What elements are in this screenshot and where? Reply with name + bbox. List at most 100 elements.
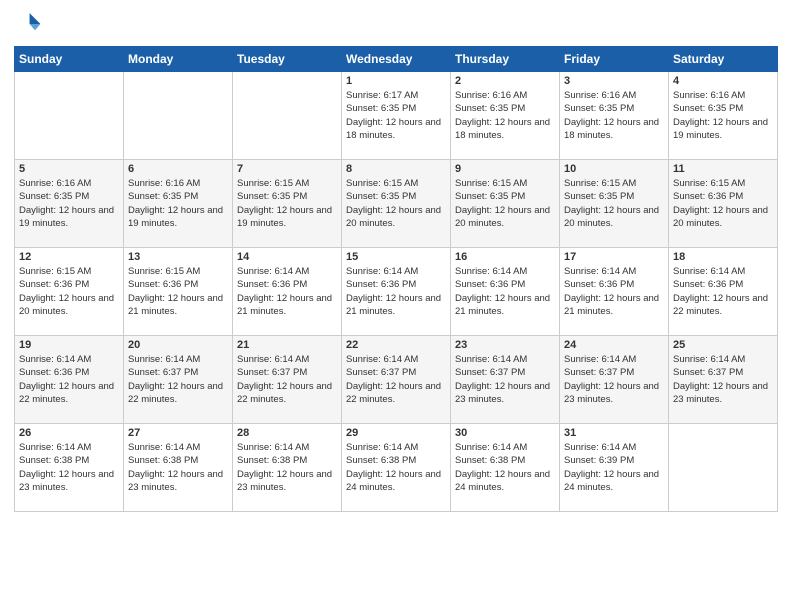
day-info: Sunrise: 6:16 AM Sunset: 6:35 PM Dayligh… [19,177,119,230]
calendar-cell [124,72,233,160]
day-info: Sunrise: 6:14 AM Sunset: 6:36 PM Dayligh… [455,265,555,318]
day-number: 7 [237,163,337,175]
calendar-cell: 29 Sunrise: 6:14 AM Sunset: 6:38 PM Dayli… [342,424,451,512]
calendar-cell: 6Sunrise: 6:16 AM Sunset: 6:35 PM Daylig… [124,160,233,248]
calendar-cell: 8 Sunrise: 6:15 AM Sunset: 6:35 PM Daylig… [342,160,451,248]
calendar-cell: 17 Sunrise: 6:14 AM Sunset: 6:36 PM Dayli… [560,248,669,336]
calendar-table: Sunday Monday Tuesday Wednesday Thursday… [14,46,778,512]
day-number: 14 [237,251,337,263]
day-info: Sunrise: 6:16 AM Sunset: 6:35 PM Dayligh… [455,89,555,142]
day-number: 16 [455,251,555,263]
calendar-cell: 5 Sunrise: 6:16 AM Sunset: 6:35 PM Daylig… [15,160,124,248]
day-info: Sunrise: 6:16 AM Sunset: 6:35 PM Dayligh… [128,177,228,230]
calendar-week-5: 26 Sunrise: 6:14 AM Sunset: 6:38 PM Dayli… [15,424,778,512]
logo [14,10,44,38]
day-number: 20 [128,339,228,351]
col-thursday: Thursday [451,47,560,72]
day-info: Sunrise: 6:15 AM Sunset: 6:35 PM Dayligh… [346,177,446,230]
day-info: Sunrise: 6:14 AM Sunset: 6:38 PM Dayligh… [128,441,228,494]
day-number: 23 [455,339,555,351]
calendar-cell: 23 Sunrise: 6:14 AM Sunset: 6:37 PM Dayli… [451,336,560,424]
day-info: Sunrise: 6:14 AM Sunset: 6:37 PM Dayligh… [237,353,337,406]
col-monday: Monday [124,47,233,72]
day-info: Sunrise: 6:14 AM Sunset: 6:37 PM Dayligh… [346,353,446,406]
day-info: Sunrise: 6:15 AM Sunset: 6:35 PM Dayligh… [455,177,555,230]
calendar-cell: 9 Sunrise: 6:15 AM Sunset: 6:35 PM Daylig… [451,160,560,248]
day-info: Sunrise: 6:15 AM Sunset: 6:35 PM Dayligh… [237,177,337,230]
day-number: 21 [237,339,337,351]
day-number: 22 [346,339,446,351]
calendar-cell: 13Sunrise: 6:15 AM Sunset: 6:36 PM Dayli… [124,248,233,336]
calendar-cell: 15 Sunrise: 6:14 AM Sunset: 6:36 PM Dayli… [342,248,451,336]
calendar-cell: 30 Sunrise: 6:14 AM Sunset: 6:38 PM Dayli… [451,424,560,512]
day-info: Sunrise: 6:14 AM Sunset: 6:39 PM Dayligh… [564,441,664,494]
day-number: 27 [128,427,228,439]
col-saturday: Saturday [669,47,778,72]
col-tuesday: Tuesday [233,47,342,72]
day-number: 24 [564,339,664,351]
logo-icon [14,10,42,38]
calendar-cell: 1 Sunrise: 6:17 AM Sunset: 6:35 PM Daylig… [342,72,451,160]
col-friday: Friday [560,47,669,72]
day-info: Sunrise: 6:16 AM Sunset: 6:35 PM Dayligh… [564,89,664,142]
day-number: 9 [455,163,555,175]
day-number: 8 [346,163,446,175]
day-info: Sunrise: 6:14 AM Sunset: 6:38 PM Dayligh… [455,441,555,494]
calendar-cell: 19 Sunrise: 6:14 AM Sunset: 6:36 PM Dayli… [15,336,124,424]
day-number: 17 [564,251,664,263]
day-info: Sunrise: 6:17 AM Sunset: 6:35 PM Dayligh… [346,89,446,142]
day-number: 15 [346,251,446,263]
day-info: Sunrise: 6:14 AM Sunset: 6:36 PM Dayligh… [673,265,773,318]
day-info: Sunrise: 6:14 AM Sunset: 6:38 PM Dayligh… [19,441,119,494]
day-info: Sunrise: 6:14 AM Sunset: 6:38 PM Dayligh… [346,441,446,494]
calendar-cell: 21 Sunrise: 6:14 AM Sunset: 6:37 PM Dayli… [233,336,342,424]
calendar-cell: 26 Sunrise: 6:14 AM Sunset: 6:38 PM Dayli… [15,424,124,512]
calendar-cell: 4Sunrise: 6:16 AM Sunset: 6:35 PM Daylig… [669,72,778,160]
calendar-cell: 28Sunrise: 6:14 AM Sunset: 6:38 PM Dayli… [233,424,342,512]
day-number: 2 [455,75,555,87]
calendar-header-row: Sunday Monday Tuesday Wednesday Thursday… [15,47,778,72]
calendar-cell: 24 Sunrise: 6:14 AM Sunset: 6:37 PM Dayli… [560,336,669,424]
calendar-week-2: 5 Sunrise: 6:16 AM Sunset: 6:35 PM Daylig… [15,160,778,248]
calendar-cell: 11 Sunrise: 6:15 AM Sunset: 6:36 PM Dayli… [669,160,778,248]
calendar-cell: 31 Sunrise: 6:14 AM Sunset: 6:39 PM Dayli… [560,424,669,512]
day-info: Sunrise: 6:14 AM Sunset: 6:36 PM Dayligh… [19,353,119,406]
day-number: 29 [346,427,446,439]
day-number: 1 [346,75,446,87]
calendar-cell: 20 Sunrise: 6:14 AM Sunset: 6:37 PM Dayli… [124,336,233,424]
day-info: Sunrise: 6:14 AM Sunset: 6:37 PM Dayligh… [128,353,228,406]
calendar-cell: 2 Sunrise: 6:16 AM Sunset: 6:35 PM Daylig… [451,72,560,160]
day-info: Sunrise: 6:14 AM Sunset: 6:36 PM Dayligh… [346,265,446,318]
day-number: 28 [237,427,337,439]
calendar-cell [669,424,778,512]
calendar-cell: 22 Sunrise: 6:14 AM Sunset: 6:37 PM Dayli… [342,336,451,424]
calendar-cell: 3 Sunrise: 6:16 AM Sunset: 6:35 PM Daylig… [560,72,669,160]
day-number: 11 [673,163,773,175]
day-info: Sunrise: 6:14 AM Sunset: 6:36 PM Dayligh… [564,265,664,318]
day-info: Sunrise: 6:14 AM Sunset: 6:37 PM Dayligh… [564,353,664,406]
day-number: 19 [19,339,119,351]
calendar-cell: 12Sunrise: 6:15 AM Sunset: 6:36 PM Dayli… [15,248,124,336]
calendar-week-4: 19 Sunrise: 6:14 AM Sunset: 6:36 PM Dayli… [15,336,778,424]
calendar-cell: 16 Sunrise: 6:14 AM Sunset: 6:36 PM Dayli… [451,248,560,336]
day-number: 31 [564,427,664,439]
day-number: 13 [128,251,228,263]
day-number: 26 [19,427,119,439]
calendar-week-3: 12Sunrise: 6:15 AM Sunset: 6:36 PM Dayli… [15,248,778,336]
day-number: 30 [455,427,555,439]
day-number: 3 [564,75,664,87]
day-info: Sunrise: 6:15 AM Sunset: 6:36 PM Dayligh… [673,177,773,230]
day-number: 5 [19,163,119,175]
header [14,10,778,38]
day-number: 10 [564,163,664,175]
calendar-cell [233,72,342,160]
calendar-week-1: 1 Sunrise: 6:17 AM Sunset: 6:35 PM Daylig… [15,72,778,160]
day-info: Sunrise: 6:15 AM Sunset: 6:36 PM Dayligh… [19,265,119,318]
calendar-cell [15,72,124,160]
page: Sunday Monday Tuesday Wednesday Thursday… [0,0,792,612]
calendar-cell: 27 Sunrise: 6:14 AM Sunset: 6:38 PM Dayli… [124,424,233,512]
day-info: Sunrise: 6:14 AM Sunset: 6:37 PM Dayligh… [455,353,555,406]
calendar-cell: 25Sunrise: 6:14 AM Sunset: 6:37 PM Dayli… [669,336,778,424]
calendar-cell: 10Sunrise: 6:15 AM Sunset: 6:35 PM Dayli… [560,160,669,248]
calendar-cell: 7 Sunrise: 6:15 AM Sunset: 6:35 PM Daylig… [233,160,342,248]
